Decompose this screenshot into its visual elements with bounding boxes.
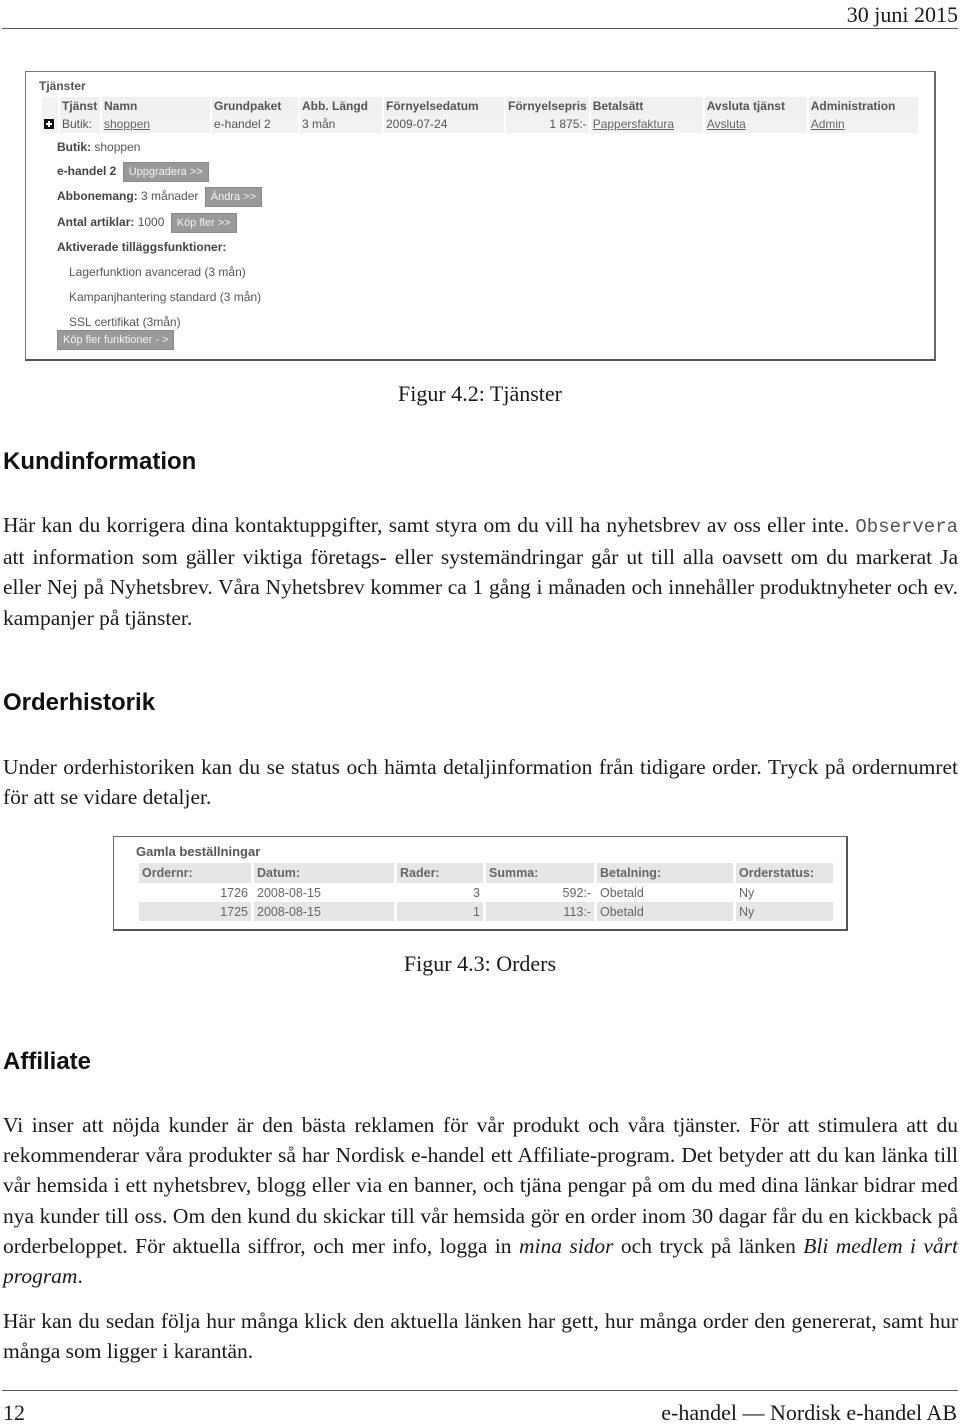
- addons-label: Aktiverade tilläggsfunktioner:: [57, 240, 227, 254]
- footer-doc-title: e-handel — Nordisk e-handel AB: [661, 1400, 957, 1424]
- detail-subscription: Abbonemang: 3 månader Ändra >>: [57, 187, 262, 207]
- header-date: 30 juni 2015: [846, 2, 958, 27]
- paragraph-orderhistorik: Under orderhistoriken kan du se status o…: [3, 755, 958, 810]
- col-administration: Administration: [808, 97, 918, 115]
- header-rule: [2, 28, 958, 29]
- cell-datum: 2008-08-15: [257, 885, 321, 900]
- col-orderstatus: Orderstatus:: [736, 863, 833, 883]
- table-row[interactable]: 1725 2008-08-15 1 113:- Obetald Ny: [139, 902, 833, 921]
- cell-datum: 2008-08-15: [254, 902, 394, 921]
- upgrade-button[interactable]: Uppgradera >>: [122, 162, 209, 182]
- detail-butik: Butik: shoppen: [57, 140, 140, 154]
- detail-package: e-handel 2 Uppgradera >>: [57, 162, 209, 182]
- cell-ordernr[interactable]: 1725: [139, 902, 251, 921]
- col-betalsatt: Betalsätt: [590, 97, 703, 115]
- cell-grundpaket: e-handel 2: [212, 115, 298, 133]
- orders-table: Ordernr: Datum: Rader: Summa: Betalning:…: [136, 863, 836, 921]
- addon-item: SSL certifikat (3mån): [69, 315, 181, 329]
- addon-item: Lagerfunktion avancerad (3 mån): [69, 265, 246, 279]
- plus-expand-icon[interactable]: [44, 119, 54, 129]
- heading-kundinformation: Kundinformation: [3, 448, 197, 475]
- cell-abb-langd: 3 mån: [300, 115, 382, 133]
- observera-mono-text: Observera: [855, 516, 958, 538]
- shop-name-link[interactable]: shoppen: [104, 117, 150, 131]
- table-row[interactable]: 1726 2008-08-15 3 592:- Obetald Ny: [139, 883, 833, 902]
- payment-method-link[interactable]: Pappersfaktura: [593, 117, 674, 131]
- orders-panel-title: Gamla beställningar: [136, 844, 261, 859]
- cell-summa: 113:-: [486, 902, 594, 921]
- footer-rule: [2, 1390, 958, 1391]
- cell-avsluta: Avsluta: [704, 115, 807, 133]
- col-rader: Rader:: [397, 863, 483, 883]
- heading-orderhistorik: Orderhistorik: [3, 689, 156, 716]
- cell-betalning: Obetald: [600, 885, 644, 900]
- cancel-service-link[interactable]: Avsluta: [707, 117, 746, 131]
- services-table-header: Tjänst Namn Grundpaket Abb. Längd Förnye…: [42, 97, 918, 115]
- butik-value: shoppen: [94, 140, 141, 154]
- butik-label: Butik:: [57, 140, 91, 154]
- col-datum: Datum:: [254, 863, 394, 883]
- subscription-value: 3 månader: [141, 189, 199, 204]
- page-number: 12: [3, 1400, 25, 1424]
- cell-summa: 592:-: [562, 885, 592, 900]
- cell-fornyelsepris: 1 875:-: [506, 115, 589, 133]
- cell-rader: 1: [397, 902, 483, 921]
- package-label: e-handel 2: [57, 164, 117, 179]
- buy-more-functions-button[interactable]: Köp fler funktioner - >: [57, 330, 175, 350]
- articles-label: Antal artiklar:: [57, 215, 135, 230]
- orders-screenshot: Gamla beställningar Ordernr: Datum: Rade…: [113, 836, 848, 931]
- col-abb-langd: Abb. Längd: [300, 97, 382, 115]
- running-header: 30 juni 2015: [0, 0, 960, 30]
- mina-sidor-emphasis: mina sidor: [518, 1233, 614, 1258]
- col-fornyelsedatum: Förnyelsedatum: [384, 97, 504, 115]
- subscription-label: Abbonemang:: [57, 189, 138, 204]
- cell-tjanst: Butik:: [60, 115, 100, 133]
- table-row: Butik: shoppen e-handel 2 3 mån 2009-07-…: [42, 115, 918, 133]
- figure-caption-services: Figur 4.2: Tjänster: [398, 381, 562, 406]
- change-subscription-button[interactable]: Ändra >>: [204, 187, 262, 207]
- heading-affiliate: Affiliate: [3, 1048, 92, 1075]
- expand-header: [42, 97, 58, 115]
- cell-admin: Admin: [808, 115, 918, 133]
- paragraph-kundinformation: Här kan du korrigera dina kontaktuppgift…: [3, 510, 958, 633]
- text-part: att information som gäller viktiga föret…: [3, 545, 958, 630]
- col-namn: Namn: [102, 97, 210, 115]
- detail-addons: Aktiverade tilläggsfunktioner:: [57, 240, 226, 254]
- services-screenshot: Tjänster Tjänst Namn Grundpaket Abb. Län…: [25, 71, 936, 361]
- orders-table-header: Ordernr: Datum: Rader: Summa: Betalning:…: [139, 863, 833, 883]
- cell-namn: shoppen: [102, 115, 210, 133]
- articles-value: 1000: [137, 215, 165, 230]
- paragraph-affiliate: Vi inser att nöjda kunder är den bästa r…: [3, 1110, 958, 1291]
- addon-item: Kampanjhantering standard (3 mån): [69, 290, 262, 304]
- text-part: .: [77, 1264, 83, 1289]
- col-tjanst: Tjänst: [60, 97, 100, 115]
- cell-rader: 3: [473, 885, 480, 900]
- col-summa: Summa:: [486, 863, 594, 883]
- detail-articles: Antal artiklar: 1000 Köp fler >>: [57, 213, 237, 233]
- expand-cell[interactable]: [42, 115, 58, 133]
- cell-fornyelsedatum: 2009-07-24: [384, 115, 504, 133]
- col-grundpaket: Grundpaket: [212, 97, 298, 115]
- paragraph-affiliate-2: Här kan du sedan följa hur många klick d…: [3, 1309, 958, 1364]
- cell-betalning: Obetald: [597, 902, 733, 921]
- figure-caption-orders: Figur 4.3: Orders: [403, 951, 557, 976]
- text-part: och tryck på länken: [613, 1233, 804, 1258]
- cell-status: Ny: [736, 902, 833, 921]
- col-betalning: Betalning:: [597, 863, 733, 883]
- cell-betalsatt: Pappersfaktura: [590, 115, 703, 133]
- cell-status: Ny: [739, 885, 755, 900]
- services-panel-title: Tjänster: [39, 79, 86, 93]
- text-part: Här kan du korrigera dina kontaktuppgift…: [3, 513, 856, 537]
- cell-ordernr[interactable]: 1726: [139, 883, 251, 902]
- col-avsluta: Avsluta tjänst: [704, 97, 807, 115]
- col-ordernr: Ordernr:: [139, 863, 251, 883]
- services-table: Tjänst Namn Grundpaket Abb. Längd Förnye…: [40, 97, 920, 133]
- buy-more-articles-button[interactable]: Köp fler >>: [170, 213, 237, 233]
- admin-link[interactable]: Admin: [811, 117, 845, 131]
- col-fornyelsepris: Förnyelsepris: [506, 97, 589, 115]
